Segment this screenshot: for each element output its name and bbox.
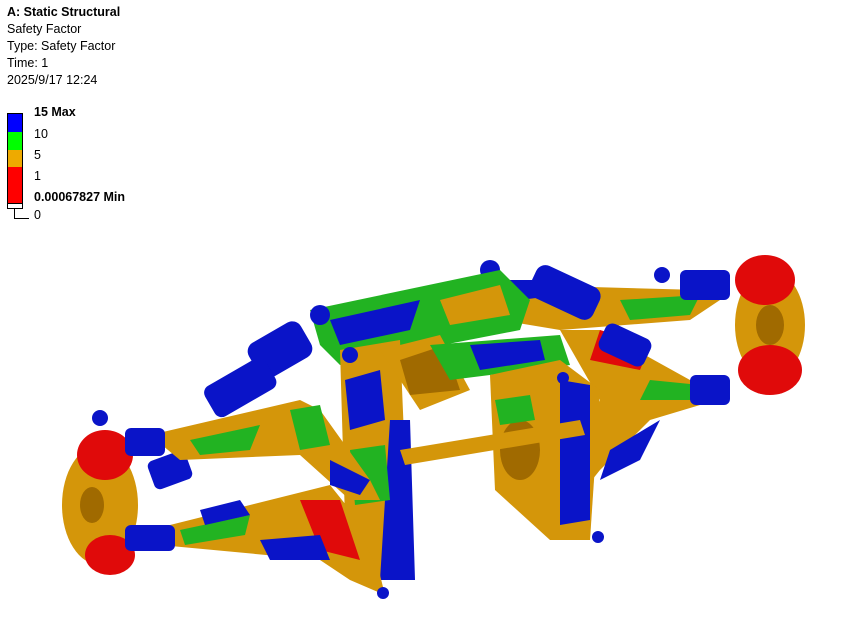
ball-joint (592, 531, 604, 543)
suspension-model-viewport[interactable] (0, 0, 841, 643)
chassis-mount-right (490, 360, 600, 540)
ball-joint (342, 347, 358, 363)
suspension-assembly (62, 255, 805, 599)
front-shock-absorber (146, 305, 330, 491)
ball-joint (377, 587, 389, 599)
ball-joint (557, 372, 569, 384)
front-upright (62, 410, 175, 575)
